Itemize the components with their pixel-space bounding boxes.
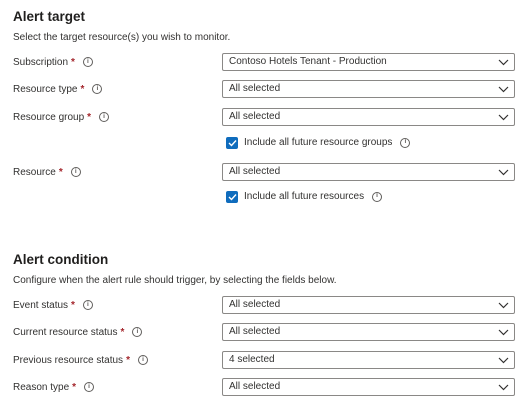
include-future-resources-row: Include all future resources i — [226, 190, 383, 203]
alert-target-description: Select the target resource(s) you wish t… — [13, 32, 231, 43]
include-future-resource-groups-checkbox[interactable] — [226, 136, 238, 149]
resource-dropdown[interactable]: All selected — [222, 163, 515, 181]
event-status-row: Event status * i All selected — [0, 296, 524, 314]
resource-label: Resource — [13, 166, 56, 178]
resource-group-row: Resource group * i All selected — [0, 108, 524, 126]
resource-type-label-group: Resource type * i — [13, 80, 103, 98]
resource-value: All selected — [229, 166, 281, 177]
current-resource-status-value: All selected — [229, 326, 281, 337]
info-icon[interactable]: i — [70, 167, 81, 177]
required-marker: * — [80, 83, 85, 95]
alert-condition-heading: Alert condition — [13, 252, 109, 267]
subscription-value: Contoso Hotels Tenant - Production — [229, 56, 387, 67]
reason-type-label: Reason type — [13, 381, 70, 393]
include-future-resources-label: Include all future resources — [244, 191, 365, 202]
include-future-resource-groups-label: Include all future resource groups — [244, 137, 393, 148]
subscription-dropdown[interactable]: Contoso Hotels Tenant - Production — [222, 53, 515, 71]
event-status-label-group: Event status * i — [13, 296, 93, 314]
required-marker: * — [72, 381, 77, 393]
checkmark-icon — [228, 193, 237, 201]
info-icon[interactable]: i — [372, 191, 383, 202]
info-icon[interactable]: i — [82, 57, 93, 67]
include-future-resources-checkbox[interactable] — [226, 190, 238, 203]
resource-row: Resource * i All selected — [0, 163, 524, 181]
required-marker: * — [126, 354, 130, 366]
required-marker: * — [58, 166, 63, 178]
current-resource-status-row: Current resource status * i All selected — [0, 323, 524, 341]
info-icon[interactable]: i — [132, 327, 143, 337]
previous-resource-status-dropdown[interactable]: 4 selected — [222, 351, 515, 369]
reason-type-label-group: Reason type * i — [13, 378, 95, 396]
previous-resource-status-row: Previous resource status * i 4 selected — [0, 351, 524, 369]
previous-resource-status-label-group: Previous resource status * i — [13, 351, 148, 369]
required-marker: * — [71, 56, 75, 68]
subscription-row: Subscription * i Contoso Hotels Tenant -… — [0, 53, 524, 71]
alert-condition-description: Configure when the alert rule should tri… — [13, 275, 337, 286]
info-icon[interactable]: i — [137, 355, 148, 365]
info-icon[interactable]: i — [82, 300, 93, 310]
subscription-label: Subscription — [13, 56, 69, 68]
current-resource-status-dropdown[interactable]: All selected — [222, 323, 515, 341]
info-icon[interactable]: i — [92, 84, 103, 94]
previous-resource-status-label: Previous resource status — [13, 354, 124, 366]
subscription-label-group: Subscription * i — [13, 53, 93, 71]
include-future-resource-groups-row: Include all future resource groups i — [226, 136, 411, 149]
info-icon[interactable]: i — [84, 382, 95, 392]
resource-type-row: Resource type * i All selected — [0, 80, 524, 98]
resource-group-dropdown[interactable]: All selected — [222, 108, 515, 126]
reason-type-value: All selected — [229, 381, 281, 392]
resource-type-label: Resource type — [13, 83, 78, 95]
chevron-down-icon — [498, 329, 509, 336]
current-resource-status-label-group: Current resource status * i — [13, 323, 143, 341]
required-marker: * — [120, 326, 125, 338]
chevron-down-icon — [498, 86, 509, 93]
chevron-down-icon — [498, 302, 509, 309]
resource-group-value: All selected — [229, 111, 281, 122]
checkmark-icon — [228, 139, 237, 147]
event-status-label: Event status — [13, 299, 69, 311]
chevron-down-icon — [498, 169, 509, 176]
chevron-down-icon — [498, 357, 509, 364]
current-resource-status-label: Current resource status — [13, 326, 118, 338]
info-icon[interactable]: i — [400, 137, 411, 148]
resource-type-value: All selected — [229, 83, 281, 94]
event-status-dropdown[interactable]: All selected — [222, 296, 515, 314]
chevron-down-icon — [498, 59, 509, 66]
chevron-down-icon — [498, 384, 509, 391]
chevron-down-icon — [498, 114, 509, 121]
reason-type-row: Reason type * i All selected — [0, 378, 524, 396]
resource-group-label: Resource group — [13, 111, 85, 123]
info-icon[interactable]: i — [99, 112, 110, 122]
previous-resource-status-value: 4 selected — [229, 354, 275, 365]
required-marker: * — [71, 299, 75, 311]
resource-label-group: Resource * i — [13, 163, 81, 181]
reason-type-dropdown[interactable]: All selected — [222, 378, 515, 396]
resource-type-dropdown[interactable]: All selected — [222, 80, 515, 98]
required-marker: * — [87, 111, 92, 123]
resource-group-label-group: Resource group * i — [13, 108, 110, 126]
event-status-value: All selected — [229, 299, 281, 310]
alert-target-heading: Alert target — [13, 9, 86, 24]
